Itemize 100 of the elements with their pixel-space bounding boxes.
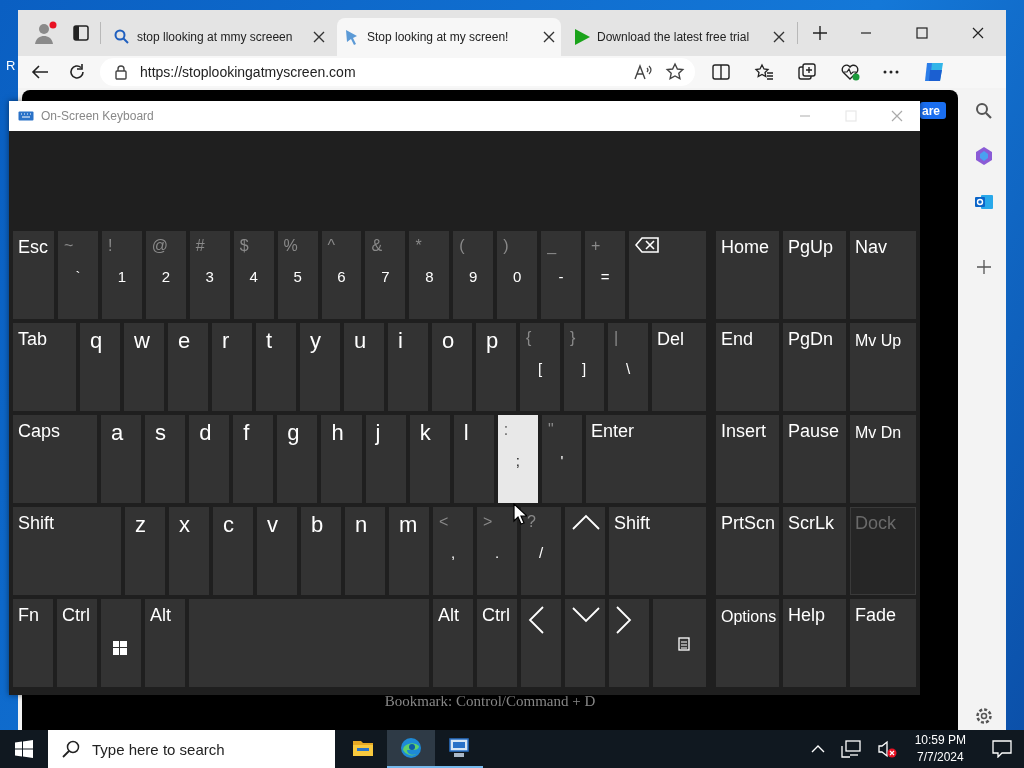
keyboard-key[interactable]: a [101,415,142,503]
keyboard-key[interactable]: + = [585,231,625,319]
keyboard-key[interactable]: % 5 [277,231,318,319]
keyboard-key[interactable]: m [389,507,429,595]
keyboard-key[interactable]: * 8 [409,231,450,319]
keyboard-key[interactable]: # 3 [189,231,230,319]
keyboard-key[interactable]: ^ 6 [321,231,362,319]
keyboard-key[interactable]: ! 1 [101,231,142,319]
keyboard-key[interactable] [565,507,605,595]
keyboard-key[interactable] [565,599,605,687]
keyboard-key[interactable]: j [365,415,406,503]
keyboard-key[interactable]: b [301,507,341,595]
keyboard-key[interactable]: l [453,415,494,503]
play-icon [573,28,591,46]
keyboard-key[interactable]: ( 9 [453,231,494,319]
keyboard-key[interactable]: i [388,323,428,411]
keyboard-key[interactable]: w [124,323,164,411]
keyboard-key[interactable]: o [432,323,472,411]
keyboard-key[interactable]: p [476,323,516,411]
keyboard-key[interactable]: ? / [521,507,561,595]
close-icon[interactable] [313,31,325,43]
keyboard-key[interactable]: r [212,323,252,411]
settings-icon [976,708,992,724]
keyboard-key[interactable]: Fn [13,599,53,687]
chevron-up-icon [571,513,601,531]
keyboard-key[interactable]: PrtScn [716,507,779,595]
browser-tab[interactable]: stop llooking at mmy screeen [107,18,331,56]
keyboard-key[interactable]: Fade [850,599,916,687]
keyboard-key[interactable] [101,599,141,687]
keyboard-key[interactable]: ScrLk [783,507,846,595]
keyboard-key[interactable]: ) 0 [497,231,538,319]
keyboard-key[interactable]: z [125,507,165,595]
keyboard-key[interactable]: s [145,415,186,503]
keyboard-key[interactable]: Insert [716,415,779,503]
keyboard-key[interactable]: < , [433,507,473,595]
browser-tab[interactable]: Stop looking at my screen! [337,18,561,56]
keyboard-key[interactable]: Mv Dn [850,415,916,503]
keyboard-key[interactable]: Pause [783,415,846,503]
taskbar-search-box[interactable]: Type here to search [48,730,335,768]
keyboard-key[interactable]: Esc [13,231,54,319]
keyboard-key[interactable]: e [168,323,208,411]
keyboard-key[interactable]: Alt [145,599,185,687]
collections-icon [797,62,817,82]
keyboard-key[interactable]: Options [716,599,779,687]
keyboard-key[interactable]: : ; [497,415,538,503]
keyboard-key[interactable]: n [345,507,385,595]
close-icon[interactable] [773,31,785,43]
keyboard-key[interactable]: Shift [13,507,121,595]
keyboard-key[interactable]: y [300,323,340,411]
keyboard-key[interactable]: Home [716,231,779,319]
keyboard-key[interactable]: Mv Up [850,323,916,411]
keyboard-key[interactable]: Caps [13,415,97,503]
keyboard-key[interactable]: t [256,323,296,411]
search-icon [62,740,80,758]
keyboard-key[interactable]: Alt [433,599,473,687]
keyboard-key[interactable]: Enter [586,415,706,503]
keyboard-key[interactable]: ~ ` [58,231,98,319]
keyboard-key[interactable]: PgDn [783,323,846,411]
keyboard-key[interactable] [609,599,649,687]
keyboard-key[interactable]: > . [477,507,517,595]
keyboard-key[interactable]: Tab [13,323,76,411]
keyboard-key[interactable]: PgUp [783,231,846,319]
keyboard-key[interactable]: k [409,415,450,503]
keyboard-key[interactable]: Nav [850,231,916,319]
mouse-pointer-icon [513,503,527,525]
keyboard-key[interactable]: End [716,323,779,411]
keyboard-key[interactable]: _ - [541,231,582,319]
address-bar[interactable]: https://stoplookingatmyscreen.com [100,58,695,86]
keyboard-key[interactable]: } ] [564,323,604,411]
close-icon[interactable] [543,31,555,43]
keyboard-key[interactable]: Ctrl [57,599,97,687]
keyboard-key[interactable]: { [ [520,323,560,411]
keyboard-key[interactable]: c [213,507,253,595]
keyboard-key[interactable]: f [233,415,274,503]
keyboard-key[interactable]: | \ [608,323,648,411]
keyboard-key[interactable]: h [321,415,362,503]
share-button[interactable]: are [919,102,946,119]
keyboard-key[interactable]: Ctrl [477,599,517,687]
keyboard-key[interactable] [521,599,561,687]
keyboard-key[interactable]: Help [783,599,846,687]
keyboard-key[interactable] [629,231,706,319]
keyboard-key[interactable]: q [80,323,120,411]
browser-tab[interactable]: Download the latest free trial [567,18,791,56]
keyboard-key[interactable]: " ' [541,415,582,503]
keyboard-key[interactable]: $ 4 [233,231,274,319]
keyboard-key[interactable]: u [344,323,384,411]
monitor-icon [447,736,471,760]
keyboard-key[interactable]: d [189,415,230,503]
keyboard-key[interactable]: v [257,507,297,595]
keyboard-key[interactable]: g [277,415,318,503]
clock[interactable]: 10:59 PM 7/7/2024 [908,732,972,766]
keyboard-key[interactable]: @ 2 [145,231,186,319]
keyboard-key[interactable]: x [169,507,209,595]
keyboard-key[interactable]: & 7 [365,231,406,319]
taskbar-app-button[interactable] [387,730,435,768]
read-aloud-icon[interactable] [633,63,653,81]
keyboard-key[interactable]: Del [652,323,706,411]
star-icon[interactable] [665,62,685,82]
desktop-icon-label[interactable]: R [6,58,16,73]
keyboard-key[interactable]: Shift [609,507,706,595]
